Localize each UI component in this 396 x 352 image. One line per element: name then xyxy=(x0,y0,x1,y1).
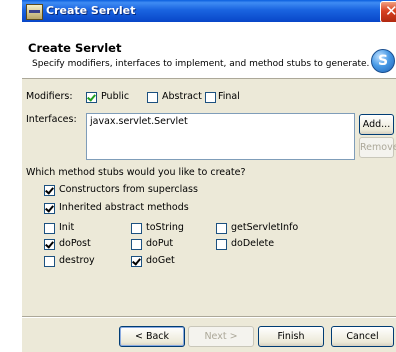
footer-separator xyxy=(22,316,396,318)
cancel-button[interactable]: Cancel xyxy=(331,326,394,347)
public-checkbox[interactable] xyxy=(86,92,97,103)
window-title: Create Servlet xyxy=(46,4,136,17)
getservletinfo-label: getServletInfo xyxy=(231,222,299,233)
servlet-wizard-icon: S xyxy=(371,49,395,73)
doput-checkbox[interactable] xyxy=(131,239,142,250)
finish-button[interactable]: Finish xyxy=(258,326,324,347)
interfaces-label: Interfaces: xyxy=(26,114,77,125)
title-bar[interactable]: Create Servlet ✕ xyxy=(22,0,396,23)
init-checkbox[interactable] xyxy=(44,223,55,234)
wizard-banner: Create Servlet Specify modifiers, interf… xyxy=(22,22,396,79)
final-label: Final xyxy=(218,91,240,102)
doget-label: doGet xyxy=(146,255,175,266)
next-button[interactable]: Next > xyxy=(188,326,254,347)
page-title: Create Servlet xyxy=(28,41,122,55)
tostring-checkbox[interactable] xyxy=(131,223,142,234)
tostring-label: toString xyxy=(146,222,184,233)
doget-checkbox[interactable] xyxy=(131,256,142,267)
add-interface-button[interactable]: Add... xyxy=(359,114,394,135)
inherited-abstract-label: Inherited abstract methods xyxy=(59,202,189,213)
constructors-label: Constructors from superclass xyxy=(59,184,198,195)
abstract-label: Abstract xyxy=(162,91,202,102)
abstract-checkbox[interactable] xyxy=(147,92,158,103)
dopost-label: doPost xyxy=(59,238,91,249)
final-checkbox[interactable] xyxy=(205,92,216,103)
destroy-checkbox[interactable] xyxy=(44,256,55,267)
remove-interface-button[interactable]: Remove xyxy=(359,137,396,158)
close-icon: ✕ xyxy=(385,2,396,20)
public-label: Public xyxy=(101,91,130,102)
dodelete-label: doDelete xyxy=(231,238,275,249)
interface-item[interactable]: javax.servlet.Servlet xyxy=(90,116,188,127)
inherited-abstract-checkbox[interactable] xyxy=(44,203,55,214)
close-button[interactable]: ✕ xyxy=(380,1,396,23)
back-button[interactable]: < Back xyxy=(119,326,185,347)
doput-label: doPut xyxy=(146,238,174,249)
page-description: Specify modifiers, interfaces to impleme… xyxy=(32,59,370,69)
init-label: Init xyxy=(59,222,75,233)
dopost-checkbox[interactable] xyxy=(44,239,55,250)
create-servlet-dialog: Create Servlet ✕ Create Servlet Specify … xyxy=(22,0,396,352)
constructors-checkbox[interactable] xyxy=(44,185,55,196)
dodelete-checkbox[interactable] xyxy=(216,239,227,250)
app-icon xyxy=(26,4,43,20)
interfaces-list[interactable]: javax.servlet.Servlet xyxy=(86,113,355,160)
modifiers-label: Modifiers: xyxy=(26,91,73,102)
stubs-question: Which method stubs would you like to cre… xyxy=(26,167,246,178)
destroy-label: destroy xyxy=(59,255,95,266)
getservletinfo-checkbox[interactable] xyxy=(216,223,227,234)
